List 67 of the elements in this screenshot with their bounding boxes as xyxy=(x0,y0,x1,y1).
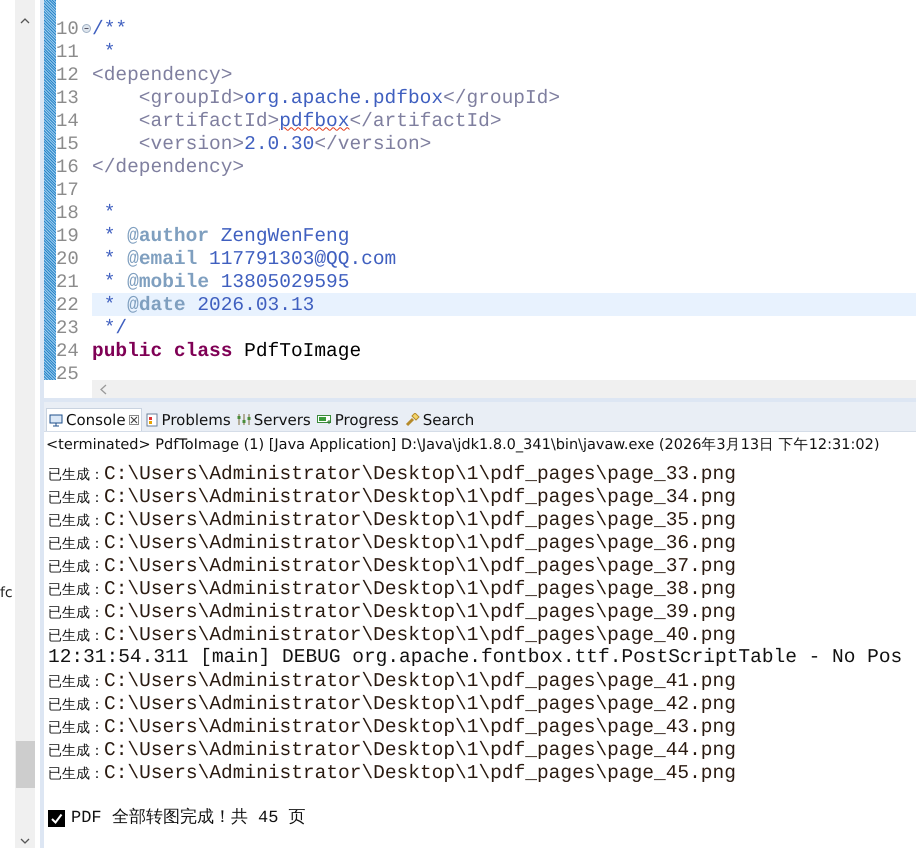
code-line: <groupId>org.apache.pdfbox</groupId> xyxy=(138,86,560,108)
line-number: 14 xyxy=(56,110,80,132)
console-line: 已生成：C:\Users\Administrator\Desktop\1\pdf_pages\page_43.png xyxy=(48,715,737,738)
console-line: 已生成：C:\Users\Administrator\Desktop\1\pdf_pages\page_37.png xyxy=(48,554,737,577)
view-tab[interactable]: Servers xyxy=(234,408,313,431)
code-line: /** xyxy=(92,18,128,40)
scroll-up-icon[interactable] xyxy=(20,18,30,24)
code-line: * @author ZengWenFeng xyxy=(102,224,350,246)
flashlight-icon xyxy=(404,412,420,426)
close-icon[interactable] xyxy=(128,415,139,425)
monitor-icon xyxy=(49,414,63,426)
line-number: 23 xyxy=(56,316,80,338)
console-line: 已生成：C:\Users\Administrator\Desktop\1\pdf_pages\page_39.png xyxy=(48,600,737,623)
code-line: */ xyxy=(102,316,128,338)
scrollbar-thumb[interactable] xyxy=(16,741,34,788)
code-line: * xyxy=(102,202,116,224)
console-line: 已生成：C:\Users\Administrator\Desktop\1\pdf_pages\page_36.png xyxy=(48,531,737,554)
line-number: 19 xyxy=(56,224,80,246)
collapse-icon[interactable] xyxy=(82,24,91,33)
code-line: public class PdfToImage xyxy=(92,340,362,362)
code-line: <dependency> xyxy=(92,64,232,86)
code-editor[interactable] xyxy=(44,0,916,402)
console-line: PDF 全部转图完成！共 45 页 xyxy=(71,807,306,830)
scroll-left-icon[interactable] xyxy=(100,384,107,394)
console-line: 12:31:54.311 [main] DEBUG org.apache.fontbox.ttf.PostScriptTable - No Pos xyxy=(48,646,904,669)
line-number: 25 xyxy=(56,362,80,380)
code-line: </dependency> xyxy=(92,156,244,178)
code-line: <artifactId>pdfbox</artifactId> xyxy=(138,110,502,132)
view-tab[interactable]: Progress xyxy=(314,408,401,431)
vertical-scrollbar[interactable] xyxy=(15,0,35,848)
view-tab[interactable]: Console xyxy=(46,408,142,431)
clipped-label: fc xyxy=(0,585,13,601)
scroll-down-icon[interactable] xyxy=(20,838,30,844)
line-number: 21 xyxy=(56,270,80,292)
line-number: 17 xyxy=(56,178,80,200)
console-line: 已生成：C:\Users\Administrator\Desktop\1\pdf_pages\page_38.png xyxy=(48,577,737,600)
console-line: 已生成：C:\Users\Administrator\Desktop\1\pdf_pages\page_45.png xyxy=(48,761,737,784)
servers-icon xyxy=(236,413,251,426)
progress-icon xyxy=(316,414,332,425)
line-number: 18 xyxy=(56,202,80,224)
console-line: 已生成：C:\Users\Administrator\Desktop\1\pdf_pages\page_42.png xyxy=(48,692,737,715)
view-tab[interactable]: Search xyxy=(402,408,476,431)
horizontal-scrollbar[interactable] xyxy=(92,380,916,398)
console-line: 已生成：C:\Users\Administrator\Desktop\1\pdf_pages\page_41.png xyxy=(48,669,737,692)
code-line: * @mobile 13805029595 xyxy=(102,270,350,292)
line-number: 24 xyxy=(56,340,80,362)
process-status: <terminated> PdfToImage (1) [Java Application] D:\Java\jdk1.8.0_341\bin\javaw.exe (2026年3月13日 下午12:31:02) xyxy=(45,436,880,455)
line-number: 20 xyxy=(56,248,80,270)
line-number: 16 xyxy=(56,156,80,178)
console-line: 已生成：C:\Users\Administrator\Desktop\1\pdf_pages\page_44.png xyxy=(48,738,737,761)
code-line: * xyxy=(102,40,116,62)
code-line: <version>2.0.30</version> xyxy=(138,132,432,154)
console-line: 已生成：C:\Users\Administrator\Desktop\1\pdf_pages\page_34.png xyxy=(48,485,737,508)
code-line: * @email 117791303@QQ.com xyxy=(102,248,396,270)
view-tab[interactable]: Problems xyxy=(144,408,233,431)
check-mark-icon xyxy=(48,810,65,827)
console-line: 已生成：C:\Users\Administrator\Desktop\1\pdf_pages\page_40.png xyxy=(48,623,737,646)
console-line: 已生成：C:\Users\Administrator\Desktop\1\pdf_pages\page_35.png xyxy=(48,508,737,531)
line-number: 13 xyxy=(56,86,80,108)
line-number: 12 xyxy=(56,64,80,86)
line-number: 11 xyxy=(56,40,80,62)
document-icon xyxy=(146,412,159,426)
code-line: * @date 2026.03.13 xyxy=(102,294,314,316)
line-number: 22 xyxy=(56,294,80,316)
line-number: 10 xyxy=(56,18,80,40)
console-line: 已生成：C:\Users\Administrator\Desktop\1\pdf_pages\page_33.png xyxy=(48,462,737,485)
line-number: 15 xyxy=(56,132,80,154)
